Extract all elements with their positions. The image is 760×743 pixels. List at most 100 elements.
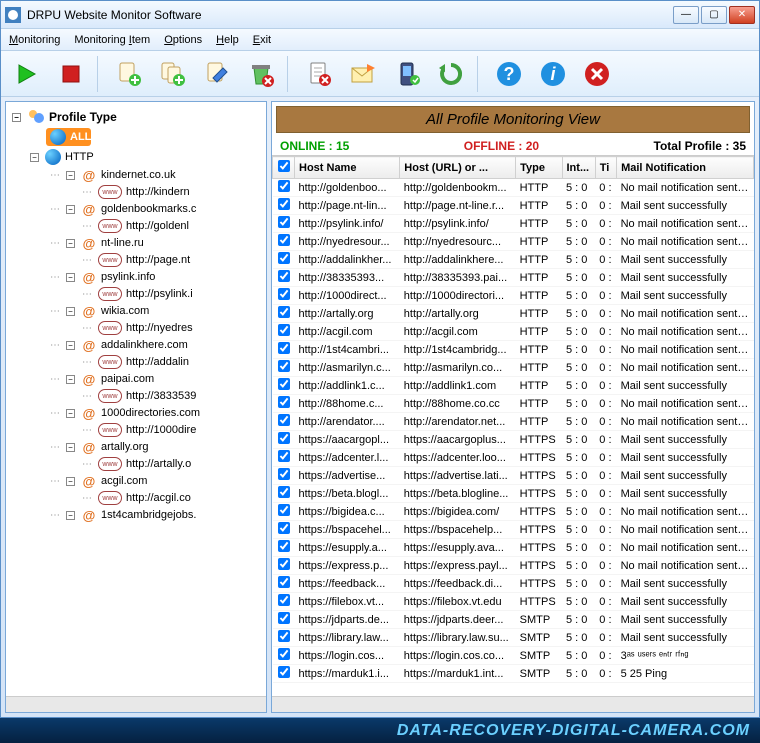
menu-help[interactable]: Help — [216, 34, 239, 46]
minimize-button[interactable]: — — [673, 6, 699, 24]
table-row[interactable]: http://38335393...http://38335393.pai...… — [273, 269, 754, 287]
remove-doc-button[interactable] — [299, 55, 339, 93]
tree-url[interactable]: ⋯wwwhttp://page.nt — [6, 252, 266, 268]
menu-monitoring[interactable]: Monitoring — [9, 34, 60, 46]
row-checkbox[interactable] — [278, 396, 290, 408]
row-checkbox[interactable] — [278, 414, 290, 426]
table-row[interactable]: https://library.law...https://library.la… — [273, 629, 754, 647]
delete-profile-button[interactable] — [241, 55, 281, 93]
table-row[interactable]: https://aacargopl...https://aacargoplus.… — [273, 431, 754, 449]
tree-host[interactable]: ⋯−@artally.org — [6, 438, 266, 456]
table-row[interactable]: http://asmarilyn.c...http://asmarilyn.co… — [273, 359, 754, 377]
table-row[interactable]: https://login.cos...https://login.cos.co… — [273, 647, 754, 665]
row-checkbox[interactable] — [278, 216, 290, 228]
edit-profile-button[interactable] — [197, 55, 237, 93]
row-checkbox[interactable] — [278, 504, 290, 516]
table-row[interactable]: http://1000direct...http://1000directori… — [273, 287, 754, 305]
tree-all[interactable]: ALL — [46, 128, 91, 146]
tree-url[interactable]: ⋯wwwhttp://3833539 — [6, 388, 266, 404]
play-button[interactable] — [7, 55, 47, 93]
tree-url[interactable]: ⋯wwwhttp://nyedres — [6, 320, 266, 336]
row-checkbox[interactable] — [278, 342, 290, 354]
row-checkbox[interactable] — [278, 360, 290, 372]
row-checkbox[interactable] — [278, 612, 290, 624]
tree-host[interactable]: ⋯−@psylink.info — [6, 268, 266, 286]
close-x-button[interactable] — [577, 55, 617, 93]
row-checkbox[interactable] — [278, 648, 290, 660]
col-header[interactable]: Mail Notification — [617, 157, 754, 179]
titlebar[interactable]: DRPU Website Monitor Software — ▢ ✕ — [1, 1, 759, 29]
col-header[interactable]: Type — [516, 157, 562, 179]
tree-host[interactable]: ⋯−@1000directories.com — [6, 404, 266, 422]
help-button[interactable]: ? — [489, 55, 529, 93]
maximize-button[interactable]: ▢ — [701, 6, 727, 24]
close-button[interactable]: ✕ — [729, 6, 755, 24]
table-row[interactable]: http://1st4cambri...http://1st4cambridg.… — [273, 341, 754, 359]
tree-url[interactable]: ⋯wwwhttp://psylink.i — [6, 286, 266, 302]
col-checkbox[interactable] — [273, 157, 295, 179]
table-row[interactable]: https://esupply.a...https://esupply.ava.… — [273, 539, 754, 557]
info-button[interactable]: i — [533, 55, 573, 93]
row-checkbox[interactable] — [278, 324, 290, 336]
row-checkbox[interactable] — [278, 432, 290, 444]
row-checkbox[interactable] — [278, 288, 290, 300]
tree-host[interactable]: ⋯−@nt-line.ru — [6, 234, 266, 252]
table-row[interactable]: https://adcenter.l...https://adcenter.lo… — [273, 449, 754, 467]
monitor-grid[interactable]: Host NameHost (URL) or ...TypeInt...TiMa… — [272, 155, 754, 696]
row-checkbox[interactable] — [278, 468, 290, 480]
row-checkbox[interactable] — [278, 540, 290, 552]
tree-url[interactable]: ⋯wwwhttp://1000dire — [6, 422, 266, 438]
row-checkbox[interactable] — [278, 270, 290, 282]
table-row[interactable]: https://jdparts.de...https://jdparts.dee… — [273, 611, 754, 629]
tree-url[interactable]: ⋯wwwhttp://acgil.co — [6, 490, 266, 506]
table-row[interactable]: http://addlink1.c...http://addlink1.comH… — [273, 377, 754, 395]
menu-monitoring-item[interactable]: Monitoring Item — [74, 34, 150, 46]
tree-host[interactable]: ⋯−@paipai.com — [6, 370, 266, 388]
col-header[interactable]: Host Name — [295, 157, 400, 179]
table-row[interactable]: http://page.nt-lin...http://page.nt-line… — [273, 197, 754, 215]
row-checkbox[interactable] — [278, 252, 290, 264]
table-row[interactable]: http://arendator....http://arendator.net… — [273, 413, 754, 431]
tree-host[interactable]: ⋯−@goldenbookmarks.c — [6, 200, 266, 218]
tree-url[interactable]: ⋯wwwhttp://kindern — [6, 184, 266, 200]
table-row[interactable]: http://88home.c...http://88home.co.ccHTT… — [273, 395, 754, 413]
table-row[interactable]: http://artally.orghttp://artally.orgHTTP… — [273, 305, 754, 323]
menu-options[interactable]: Options — [164, 34, 202, 46]
table-row[interactable]: http://acgil.comhttp://acgil.comHTTP5 : … — [273, 323, 754, 341]
table-row[interactable]: http://nyedresour...http://nyedresourc..… — [273, 233, 754, 251]
profile-tree[interactable]: −Profile Type ALL−HTTP⋯−@kindernet.co.uk… — [6, 102, 266, 696]
row-checkbox[interactable] — [278, 450, 290, 462]
add-group-button[interactable] — [153, 55, 193, 93]
mail-button[interactable] — [343, 55, 383, 93]
row-checkbox[interactable] — [278, 576, 290, 588]
tree-url[interactable]: ⋯wwwhttp://addalin — [6, 354, 266, 370]
sidebar-scrollbar[interactable] — [6, 696, 266, 712]
tree-host[interactable]: ⋯−@addalinkhere.com — [6, 336, 266, 354]
table-row[interactable]: http://addalinkher...http://addalinkhere… — [273, 251, 754, 269]
row-checkbox[interactable] — [278, 486, 290, 498]
col-header[interactable]: Host (URL) or ... — [400, 157, 516, 179]
table-row[interactable]: https://beta.blogl...https://beta.blogli… — [273, 485, 754, 503]
add-profile-button[interactable] — [109, 55, 149, 93]
col-header[interactable]: Int... — [562, 157, 595, 179]
menu-exit[interactable]: Exit — [253, 34, 271, 46]
row-checkbox[interactable] — [278, 198, 290, 210]
row-checkbox[interactable] — [278, 558, 290, 570]
row-checkbox[interactable] — [278, 378, 290, 390]
table-row[interactable]: https://express.p...https://express.payl… — [273, 557, 754, 575]
row-checkbox[interactable] — [278, 630, 290, 642]
row-checkbox[interactable] — [278, 666, 290, 678]
tree-http[interactable]: −HTTP — [6, 148, 266, 166]
table-row[interactable]: https://filebox.vt...https://filebox.vt.… — [273, 593, 754, 611]
tree-host[interactable]: ⋯−@wikia.com — [6, 302, 266, 320]
table-row[interactable]: http://psylink.info/http://psylink.info/… — [273, 215, 754, 233]
col-header[interactable]: Ti — [595, 157, 616, 179]
stop-button[interactable] — [51, 55, 91, 93]
table-row[interactable]: http://goldenboo...http://goldenbookm...… — [273, 179, 754, 197]
tree-url[interactable]: ⋯wwwhttp://goldenl — [6, 218, 266, 234]
row-checkbox[interactable] — [278, 180, 290, 192]
phone-button[interactable] — [387, 55, 427, 93]
row-checkbox[interactable] — [278, 234, 290, 246]
tree-url[interactable]: ⋯wwwhttp://artally.o — [6, 456, 266, 472]
tree-host[interactable]: ⋯−@kindernet.co.uk — [6, 166, 266, 184]
